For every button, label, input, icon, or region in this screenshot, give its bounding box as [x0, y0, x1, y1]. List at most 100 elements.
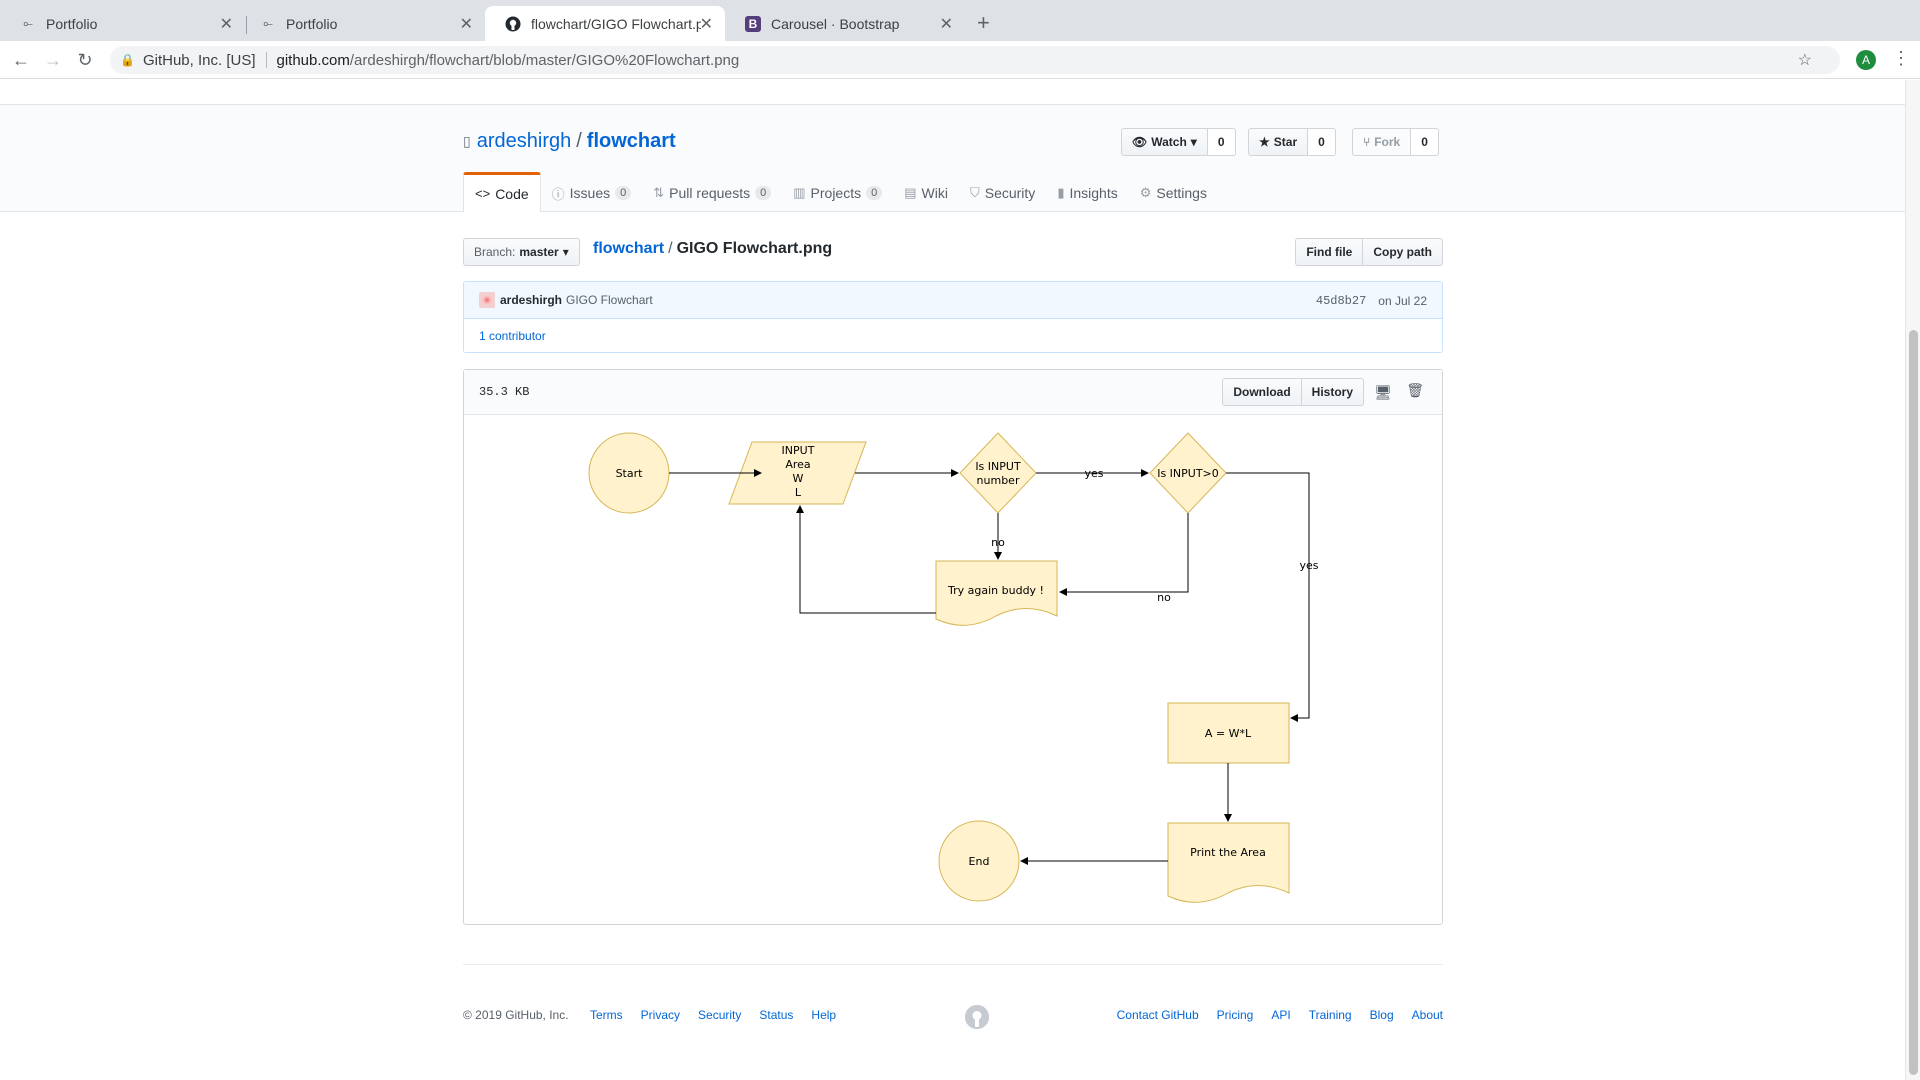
path-separator: / — [576, 130, 582, 152]
bookmark-star-icon[interactable]: ☆ — [1798, 50, 1812, 70]
reload-icon[interactable]: ↻ — [74, 49, 96, 71]
close-icon[interactable]: ✕ — [220, 14, 233, 34]
tab-issues[interactable]: ⓘ Issues 0 — [541, 174, 643, 212]
code-icon: <> — [475, 186, 491, 201]
star-count[interactable]: 0 — [1308, 128, 1336, 156]
browser-tab[interactable]: B Carousel · Bootstrap ✕ — [725, 6, 965, 41]
star-button[interactable]: ★ Star — [1248, 128, 1309, 156]
edge-label-yes: yes — [1299, 559, 1318, 572]
flowchart-image: Start INPUT Area W L Is INPUT number Is … — [588, 432, 1319, 903]
star-label: Star — [1273, 135, 1298, 149]
print-node — [1167, 822, 1290, 903]
new-tab-icon[interactable]: + — [977, 12, 990, 34]
pull-request-icon: ⇅ — [653, 185, 665, 200]
address-bar[interactable]: 🔒 GitHub, Inc. [US] github.com/ardeshirg… — [110, 46, 1840, 74]
footer-right-links: Contact GitHub Pricing API Training Blog… — [1117, 1008, 1443, 1022]
tab-security[interactable]: ⛉ Security — [959, 174, 1046, 212]
input-line-1: INPUT — [782, 444, 815, 457]
download-button[interactable]: Download — [1222, 378, 1302, 406]
tab-insights[interactable]: ▮ Insights — [1046, 174, 1128, 212]
breadcrumb-separator: / — [668, 240, 673, 257]
find-file-button[interactable]: Find file — [1295, 238, 1364, 266]
portfolio-favicon-icon: ⟜ — [23, 16, 33, 30]
fork-button[interactable]: ⑂ Fork — [1352, 128, 1412, 156]
back-icon[interactable]: ← — [10, 49, 32, 71]
browser-menu-icon[interactable]: ⋮ — [1892, 48, 1910, 69]
footer-link-security[interactable]: Security — [698, 1008, 741, 1022]
print-label: Print the Area — [1190, 846, 1266, 859]
footer-link-contact[interactable]: Contact GitHub — [1117, 1008, 1199, 1022]
github-favicon-icon — [505, 16, 521, 32]
fork-count[interactable]: 0 — [1411, 128, 1439, 156]
browser-tab-active[interactable]: flowchart/GIGO Flowchart.png ✕ — [485, 6, 725, 41]
star-group: ★ Star 0 — [1248, 128, 1336, 156]
branch-select[interactable]: Branch: master ▾ — [463, 238, 580, 266]
commit-message[interactable]: GIGO Flowchart — [566, 293, 653, 307]
tab-label: Pull requests — [669, 185, 751, 201]
input-line-4: L — [795, 486, 802, 499]
footer-link-help[interactable]: Help — [811, 1008, 836, 1022]
start-label: Start — [616, 467, 644, 480]
tab-code[interactable]: <> Code — [463, 172, 541, 212]
url-path: /ardeshirgh/flowchart/blob/master/GIGO%2… — [349, 51, 740, 69]
trash-icon[interactable]: 🗑 — [1406, 382, 1424, 399]
tab-label: Security — [984, 185, 1036, 201]
browser-toolbar: ← → ↻ 🔒 GitHub, Inc. [US] github.com/ard… — [0, 41, 1920, 79]
footer-link-blog[interactable]: Blog — [1370, 1008, 1394, 1022]
footer-link-terms[interactable]: Terms — [590, 1008, 623, 1022]
page-scrollbar[interactable] — [1905, 80, 1920, 1080]
contributors-link[interactable]: 1 contributor — [479, 329, 546, 343]
scrollbar-thumb[interactable] — [1909, 330, 1918, 1075]
footer-link-about[interactable]: About — [1412, 1008, 1443, 1022]
desktop-icon[interactable]: 🖥 — [1374, 384, 1392, 401]
tab-settings[interactable]: ⚙ Settings — [1129, 174, 1218, 212]
profile-avatar[interactable]: A — [1856, 50, 1876, 70]
tab-pull-requests[interactable]: ⇅ Pull requests 0 — [642, 174, 782, 212]
watch-button[interactable]: 👁 Watch ▾ — [1121, 128, 1208, 156]
commit-author[interactable]: ardeshirgh — [500, 293, 562, 307]
tab-title: flowchart/GIGO Flowchart.png — [531, 15, 701, 32]
breadcrumb-repo-link[interactable]: flowchart — [593, 240, 664, 257]
footer-link-status[interactable]: Status — [759, 1008, 793, 1022]
forward-icon[interactable]: → — [42, 49, 64, 71]
copy-path-button[interactable]: Copy path — [1363, 238, 1443, 266]
fork-label: Fork — [1374, 135, 1401, 149]
portfolio-favicon-icon: ⟜ — [263, 16, 273, 30]
file-actions: Find file Copy path — [1295, 238, 1443, 266]
github-logo-icon[interactable] — [965, 1005, 989, 1029]
branch-value: master — [519, 245, 559, 259]
watch-count[interactable]: 0 — [1207, 128, 1236, 156]
file-action-group: Download History — [1222, 378, 1364, 406]
commit-sha[interactable]: 45d8b27 — [1316, 294, 1366, 308]
lock-icon: 🔒 — [120, 53, 135, 67]
url-host: github.com — [276, 51, 350, 69]
footer-link-pricing[interactable]: Pricing — [1217, 1008, 1254, 1022]
fork-group: ⑂ Fork 0 — [1352, 128, 1439, 156]
repo-owner-link[interactable]: ardeshirgh — [477, 130, 572, 153]
browser-tab[interactable]: ⟜ Portfolio ✕ — [0, 6, 245, 41]
close-icon[interactable]: ✕ — [460, 14, 473, 34]
footer-link-api[interactable]: API — [1271, 1008, 1290, 1022]
avatar[interactable] — [479, 292, 495, 308]
watch-label: Watch — [1151, 135, 1187, 149]
gear-icon: ⚙ — [1139, 185, 1152, 200]
close-icon[interactable]: ✕ — [700, 14, 713, 34]
footer-link-training[interactable]: Training — [1309, 1008, 1352, 1022]
tab-label: Insights — [1069, 185, 1118, 201]
close-icon[interactable]: ✕ — [940, 14, 953, 34]
footer-link-privacy[interactable]: Privacy — [641, 1008, 680, 1022]
browser-tab[interactable]: ⟜ Portfolio ✕ — [240, 6, 485, 41]
latest-commit: ardeshirgh GIGO Flowchart 45d8b27 on Jul… — [464, 282, 1442, 319]
repo-name-link[interactable]: flowchart — [587, 130, 676, 153]
project-icon: ▥ — [793, 185, 806, 200]
tab-projects[interactable]: ▥ Projects 0 — [782, 174, 893, 212]
commit-meta: 45d8b27 on Jul 22 — [1316, 294, 1427, 308]
tab-wiki[interactable]: ▤ Wiki — [893, 174, 959, 212]
repo-nav: <> Code ⓘ Issues 0 ⇅ Pull requests 0 ▥ Project… — [463, 172, 1218, 212]
history-button[interactable]: History — [1301, 378, 1364, 406]
tab-title: Carousel · Bootstrap — [771, 15, 900, 32]
tab-label: Code — [495, 185, 529, 202]
tab-title: Portfolio — [286, 15, 338, 32]
omnibox-divider — [265, 52, 267, 68]
caret-down-icon: ▾ — [1190, 135, 1197, 149]
